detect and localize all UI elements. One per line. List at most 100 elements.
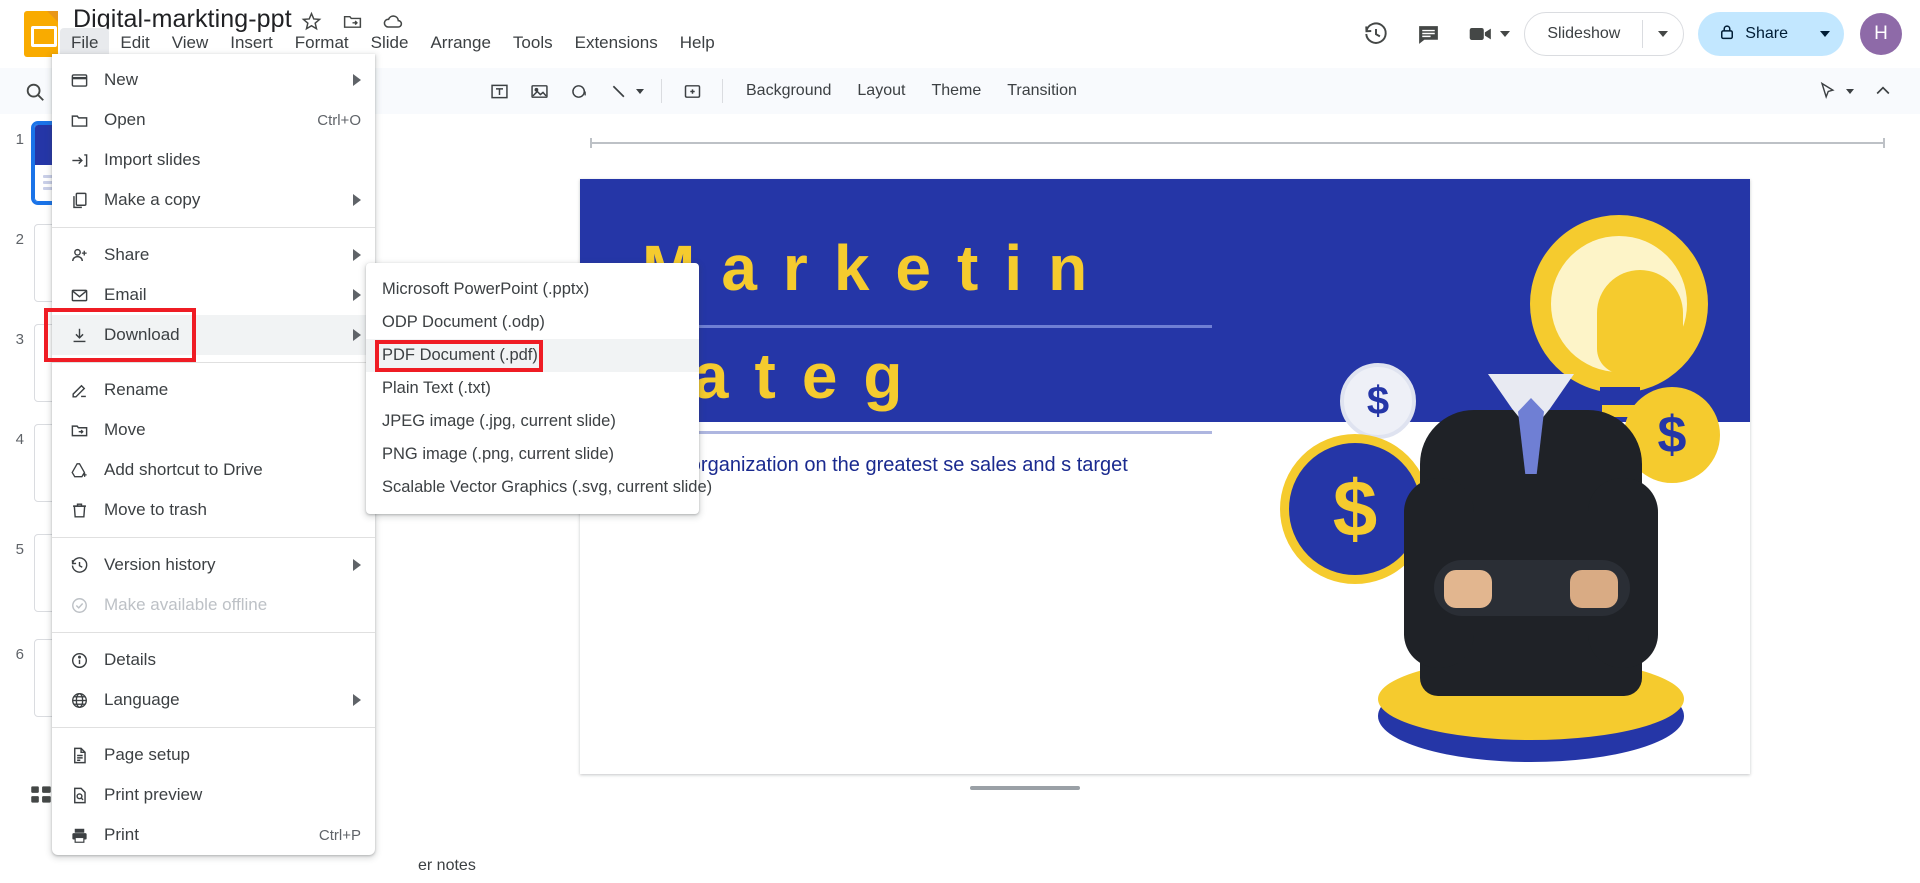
meet-chevron-down-icon[interactable] xyxy=(1500,31,1511,37)
folder-open-icon xyxy=(70,108,104,132)
share-group[interactable]: Share xyxy=(1698,12,1844,56)
offline-check-icon xyxy=(70,593,104,617)
menu-item-add-shortcut-to-drive[interactable]: Add shortcut to Drive xyxy=(52,450,375,490)
menu-item-label: Language xyxy=(104,690,180,709)
menu-item-page-setup[interactable]: Page setup xyxy=(52,735,375,775)
top-right-actions: Slideshow Share H xyxy=(1350,0,1920,68)
menu-item-print-preview[interactable]: Print preview xyxy=(52,775,375,815)
menu-item-email[interactable]: Email xyxy=(52,275,375,315)
share-chevron-down-icon[interactable] xyxy=(1806,12,1844,56)
collapse-toolbar-icon[interactable] xyxy=(1864,74,1902,108)
submenu-item-pptx[interactable]: Microsoft PowerPoint (.pptx) xyxy=(366,273,699,306)
history-icon xyxy=(70,553,104,577)
menu-item-import-slides[interactable]: Import slides xyxy=(52,140,375,180)
speaker-notes-placeholder[interactable]: er notes xyxy=(418,857,476,875)
submenu-arrow-icon xyxy=(353,74,361,86)
slide-number: 3 xyxy=(15,331,24,348)
add-comment-icon[interactable] xyxy=(673,74,711,108)
move-folder-icon xyxy=(70,418,104,442)
submenu-item-jpeg[interactable]: JPEG image (.jpg, current slide) xyxy=(366,405,699,438)
slide-number: 2 xyxy=(15,231,24,248)
drive-shortcut-icon xyxy=(70,458,104,482)
divider xyxy=(661,79,662,103)
menu-item-label: Print xyxy=(104,825,139,844)
grid-view-icon[interactable] xyxy=(28,782,54,808)
version-history-icon[interactable] xyxy=(1354,12,1398,56)
menu-item-print[interactable]: Print Ctrl+P xyxy=(52,815,375,855)
menu-item-make-a-copy[interactable]: Make a copy xyxy=(52,180,375,220)
comment-icon[interactable] xyxy=(1406,12,1450,56)
submenu-arrow-icon xyxy=(353,559,361,571)
menu-item-download[interactable]: Download xyxy=(52,315,375,355)
divider xyxy=(722,79,723,103)
menu-item-move-to-trash[interactable]: Move to trash xyxy=(52,490,375,530)
printer-icon xyxy=(70,823,104,847)
cursor-pointer-icon[interactable] xyxy=(1808,74,1846,108)
share-button[interactable]: Share xyxy=(1698,12,1806,56)
horizontal-ruler xyxy=(590,138,1885,148)
businessman-graphic xyxy=(1378,374,1684,762)
submenu-arrow-icon xyxy=(353,694,361,706)
search-icon[interactable] xyxy=(18,77,52,107)
person-add-icon xyxy=(70,243,104,267)
menu-item-new[interactable]: New xyxy=(52,60,375,100)
menu-item-label: Make available offline xyxy=(104,595,268,614)
menu-item-label: Open xyxy=(104,110,146,129)
text-box-icon[interactable] xyxy=(480,74,518,108)
submenu-item-png[interactable]: PNG image (.png, current slide) xyxy=(366,438,699,471)
download-submenu[interactable]: Microsoft PowerPoint (.pptx) ODP Documen… xyxy=(366,263,712,514)
line-chevron-down-icon[interactable] xyxy=(636,88,644,94)
slideshow-button[interactable]: Slideshow xyxy=(1525,13,1642,55)
menu-divider xyxy=(52,362,375,363)
slide-number: 6 xyxy=(15,646,24,663)
trash-icon xyxy=(70,498,104,522)
theme-button[interactable]: Theme xyxy=(919,76,993,106)
notes-resize-handle[interactable] xyxy=(970,786,1080,790)
slide-number: 4 xyxy=(15,431,24,448)
slide-underline-1 xyxy=(642,325,1212,328)
menu-item-language[interactable]: Language xyxy=(52,680,375,720)
slide-number: 5 xyxy=(15,541,24,558)
submenu-item-odp[interactable]: ODP Document (.odp) xyxy=(366,306,699,339)
share-label: Share xyxy=(1745,25,1788,42)
chevron-down-icon[interactable] xyxy=(1846,88,1854,94)
google-slides-logo[interactable] xyxy=(20,8,64,60)
menu-item-label: Move xyxy=(104,420,146,439)
menu-item-version-history[interactable]: Version history xyxy=(52,545,375,585)
menu-arrange[interactable]: Arrange xyxy=(419,28,501,58)
menu-item-details[interactable]: Details xyxy=(52,640,375,680)
menu-extensions[interactable]: Extensions xyxy=(564,28,669,58)
shape-icon[interactable] xyxy=(560,74,598,108)
avatar[interactable]: H xyxy=(1860,13,1902,55)
menu-item-label: Version history xyxy=(104,555,216,574)
background-button[interactable]: Background xyxy=(734,76,843,106)
menu-item-open[interactable]: Open Ctrl+O xyxy=(52,100,375,140)
menu-item-make-available-offline: Make available offline xyxy=(52,585,375,625)
transition-button[interactable]: Transition xyxy=(995,76,1089,106)
menu-item-label: Make a copy xyxy=(104,190,201,209)
globe-icon xyxy=(70,688,104,712)
menu-tools[interactable]: Tools xyxy=(502,28,564,58)
current-slide[interactable]: Marketin rateg w an organization on the … xyxy=(580,179,1750,774)
submenu-item-svg[interactable]: Scalable Vector Graphics (.svg, current … xyxy=(366,471,712,504)
download-icon xyxy=(70,323,104,347)
image-icon[interactable] xyxy=(520,74,558,108)
submenu-arrow-icon xyxy=(353,249,361,261)
submenu-item-txt[interactable]: Plain Text (.txt) xyxy=(366,372,699,405)
new-presentation-icon xyxy=(70,68,104,92)
submenu-item-pdf[interactable]: PDF Document (.pdf) xyxy=(366,339,699,372)
menu-item-label: Details xyxy=(104,650,156,669)
layout-button[interactable]: Layout xyxy=(845,76,917,106)
toolbar-buttons: Background Layout Theme Transition xyxy=(480,68,1089,114)
video-camera-icon[interactable] xyxy=(1458,12,1502,56)
menu-divider xyxy=(52,727,375,728)
line-icon[interactable] xyxy=(600,74,638,108)
menu-item-share[interactable]: Share xyxy=(52,235,375,275)
menu-item-rename[interactable]: Rename xyxy=(52,370,375,410)
menu-help[interactable]: Help xyxy=(669,28,726,58)
menu-item-move[interactable]: Move xyxy=(52,410,375,450)
file-menu-dropdown[interactable]: New Open Ctrl+O Import slides Make a cop… xyxy=(44,54,375,855)
import-slides-icon xyxy=(70,148,104,172)
info-icon xyxy=(70,648,104,672)
slideshow-chevron-down-icon[interactable] xyxy=(1643,13,1683,55)
